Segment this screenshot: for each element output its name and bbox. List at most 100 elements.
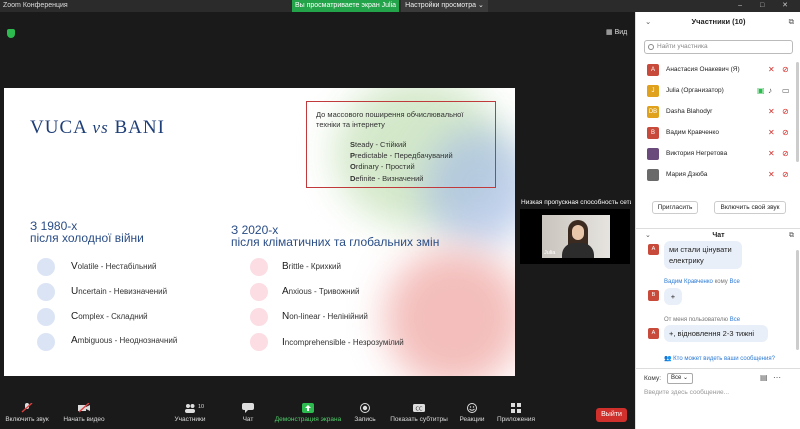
mic-muted-icon [21, 403, 33, 413]
smiley-icon [467, 403, 477, 413]
participant-name: Dasha Blahodyr [666, 108, 713, 115]
participant-row[interactable]: В Вадим Кравченко ✕ ⊘ [636, 123, 796, 144]
reactions-button[interactable]: Реакции [458, 403, 486, 423]
svod-item: Ordinary - Простий [350, 162, 415, 172]
bani-dot [250, 258, 268, 276]
video-off-icon: ⊘ [782, 65, 789, 74]
side-panel: ⌄ Участники (10) ⧉ Найти участника А Ана… [635, 12, 800, 429]
participant-name: Julia (Организатор) [666, 87, 724, 94]
participants-scrollbar[interactable] [796, 62, 799, 162]
participant-row[interactable]: J Julia (Организатор) ▣ ♪ ▭ [636, 81, 796, 102]
participant-row[interactable]: Виктория Негретова ✕ ⊘ [636, 144, 796, 165]
vuca-item: Volatile - Нестабільний [71, 261, 157, 272]
chat-title: Чат [712, 232, 725, 239]
chat-sender: Вадим Кравченко кому Все [664, 279, 740, 285]
security-shield-icon[interactable] [7, 29, 15, 38]
svod-box: До массового поширення обчислювальної те… [306, 101, 496, 188]
chat-button[interactable]: Чат [238, 403, 258, 423]
vuca-item: Complex - Складний [71, 311, 148, 322]
record-icon [360, 403, 370, 413]
leave-button[interactable]: Выйти [596, 408, 627, 422]
avatar: В [647, 127, 659, 139]
people-icon: 👥 [664, 356, 674, 362]
chat-input[interactable]: Введите здесь сообщение... [644, 389, 729, 396]
vuca-dot [37, 308, 55, 326]
unmute-self-button[interactable]: Включить свой звук [714, 201, 786, 214]
who-can-see-link[interactable]: 👥 Кто может видеть ваши сообщения? [664, 355, 775, 362]
start-video-button[interactable]: Начать видео [62, 403, 106, 423]
participant-search-input[interactable]: Найти участника [644, 40, 793, 54]
window-titlebar: Zoom Конференция – □ ✕ [0, 0, 800, 12]
sharing-icon: ▣ [757, 86, 765, 95]
mic-icon: ♪ [768, 86, 772, 95]
video-name-label: Julia [544, 250, 556, 256]
recipient-select[interactable]: Все ⌄ [667, 373, 693, 384]
participant-row[interactable]: Мария Дзюба ✕ ⊘ [636, 165, 796, 186]
avatar [647, 169, 659, 181]
self-video-tile[interactable]: Julia [520, 209, 630, 264]
to-label: Кому: [644, 375, 661, 382]
more-icon[interactable]: ⋯ [773, 373, 781, 382]
file-icon[interactable]: ▤ [760, 373, 768, 382]
participants-header: ⌄ Участники (10) ⧉ [636, 12, 800, 30]
avatar: J [647, 85, 659, 97]
captions-button[interactable]: CC Показать субтитры [390, 403, 448, 423]
mic-muted-icon: ✕ [768, 65, 775, 74]
slide-title: VUCA vs BANI [30, 117, 165, 138]
record-button[interactable]: Запись [352, 403, 378, 423]
mic-muted-icon: ✕ [768, 128, 775, 137]
bani-dot [250, 283, 268, 301]
cc-icon: CC [413, 404, 425, 413]
vuca-item: Uncertain - Невизначений [71, 286, 168, 297]
invite-button[interactable]: Пригласить [652, 201, 698, 214]
participant-row[interactable]: DB Dasha Blahodyr ✕ ⊘ [636, 102, 796, 123]
vuca-dot [37, 333, 55, 351]
video-off-icon: ⊘ [782, 149, 789, 158]
svod-list: Steady - Стійкий Predictable - Передбачу… [350, 139, 453, 184]
meeting-stage: ▦ Вид VUCA vs BANI До массового поширенн… [0, 12, 635, 399]
shared-slide: VUCA vs BANI До массового поширення обчи… [4, 88, 515, 376]
participant-row[interactable]: А Анастасия Онакевич (Я) ✕ ⊘ [636, 60, 796, 81]
svod-item: Definite - Визначений [350, 173, 424, 183]
search-icon [648, 44, 654, 50]
chat-composer: Кому: Все ⌄ ▤ ⋯ Введите здесь сообщение.… [636, 368, 800, 429]
avatar: DB [647, 106, 659, 118]
chat-scrollbar[interactable] [796, 250, 799, 350]
share-screen-button[interactable]: Демонстрация экрана [272, 403, 344, 423]
collapse-chevron-icon[interactable]: ⌄ [645, 12, 651, 32]
svg-text:CC: CC [416, 407, 423, 413]
chat-icon [242, 403, 254, 413]
participants-title: Участники (10) [691, 17, 746, 26]
chat-message: + [664, 288, 682, 305]
participant-name: Анастасия Онакевич (Я) [666, 66, 740, 73]
window-title: Zoom Конференция [3, 2, 68, 9]
apps-button[interactable]: Приложения [496, 403, 536, 423]
video-off-icon: ⊘ [782, 170, 789, 179]
avatar: А [648, 244, 659, 255]
bani-dot [250, 308, 268, 326]
avatar: В [648, 290, 659, 301]
avatar [647, 148, 659, 160]
popout-icon[interactable]: ⧉ [789, 229, 794, 243]
window-controls[interactable]: – □ ✕ [738, 0, 796, 12]
view-button[interactable]: ▦ Вид [606, 28, 627, 36]
unmute-button[interactable]: Включить звук [4, 403, 50, 423]
participants-list: А Анастасия Онакевич (Я) ✕ ⊘ J Julia (Орг… [636, 60, 800, 192]
svod-heading: До массового поширення обчислювальної те… [316, 110, 464, 129]
collapse-chevron-icon[interactable]: ⌄ [645, 229, 651, 243]
participants-count-badge: 10 [198, 404, 205, 410]
popout-icon[interactable]: ⧉ [789, 12, 794, 32]
participant-video: Julia [542, 215, 610, 258]
video-off-icon: ⊘ [782, 128, 789, 137]
bani-item: Anxious - Тривожний [282, 286, 360, 297]
left-heading: З 1980-х після холодної війни [30, 219, 144, 245]
chat-message: ми стали цінувати електрику [664, 241, 742, 269]
mic-muted-icon: ✕ [768, 170, 775, 179]
people-icon [185, 404, 195, 413]
participant-name: Мария Дзюба [666, 171, 708, 178]
share-banner: Вы просматриваете экран Julia [292, 0, 399, 12]
view-options-button[interactable]: Настройки просмотра ⌄ [401, 0, 488, 12]
vuca-dot [37, 283, 55, 301]
bani-item: Brittle - Крихкий [282, 261, 341, 272]
avatar: А [648, 328, 659, 339]
